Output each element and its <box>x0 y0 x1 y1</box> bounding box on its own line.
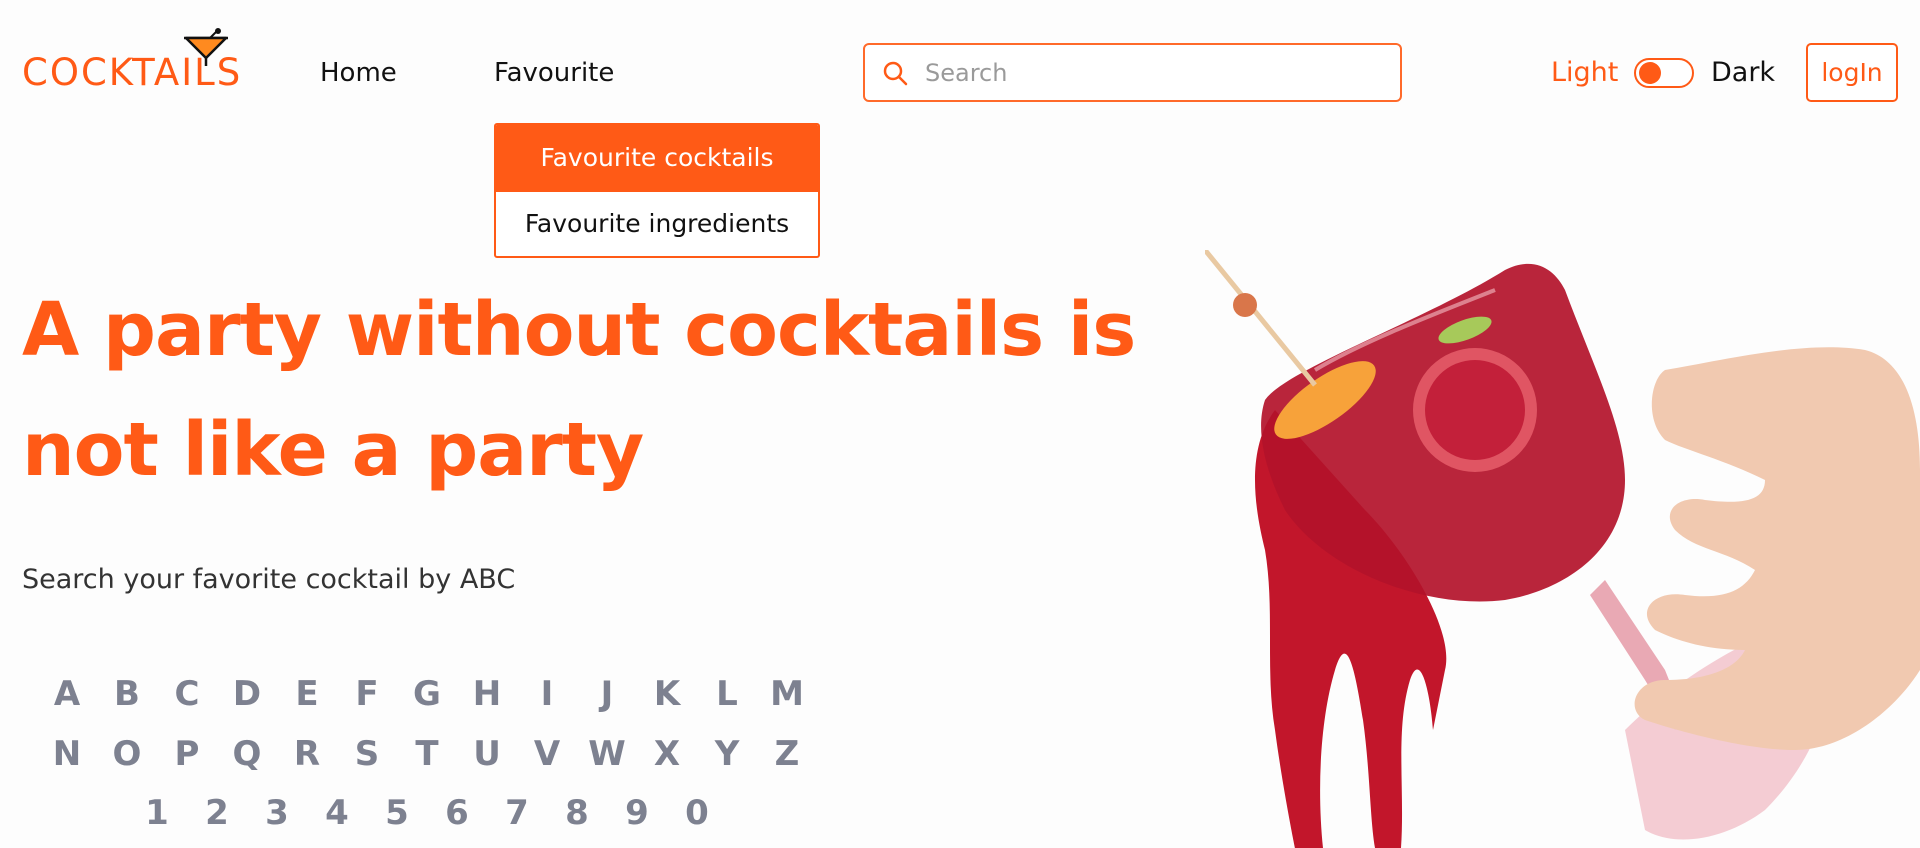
alphabet-search-subtitle: Search your favorite cocktail by ABC <box>22 564 516 595</box>
alphabet-letter-y[interactable]: Y <box>697 734 757 774</box>
search-input[interactable] <box>925 58 1365 87</box>
alphabet-letter-n[interactable]: N <box>37 734 97 774</box>
alphabet-letter-5[interactable]: 5 <box>367 793 427 833</box>
hero-cocktail-image <box>1205 250 1920 848</box>
alphabet-letter-1[interactable]: 1 <box>127 793 187 833</box>
alphabet-letter-p[interactable]: P <box>157 734 217 774</box>
alphabet-letter-w[interactable]: W <box>577 734 637 774</box>
alphabet-letter-7[interactable]: 7 <box>487 793 547 833</box>
alphabet-letter-r[interactable]: R <box>277 734 337 774</box>
toggle-knob <box>1639 62 1661 84</box>
alphabet-letter-f[interactable]: F <box>337 674 397 714</box>
logo-text: COCKTAILS <box>22 51 243 94</box>
nav-favourite[interactable]: Favourite <box>494 56 614 90</box>
alphabet-letter-8[interactable]: 8 <box>547 793 607 833</box>
alphabet-letter-m[interactable]: M <box>757 674 817 714</box>
alphabet-letter-q[interactable]: Q <box>217 734 277 774</box>
headline-line-1: A party without cocktails is <box>22 287 1136 373</box>
alphabet-letter-i[interactable]: I <box>517 674 577 714</box>
alphabet-letter-2[interactable]: 2 <box>187 793 247 833</box>
alphabet-letter-4[interactable]: 4 <box>307 793 367 833</box>
nav-home[interactable]: Home <box>320 56 397 90</box>
alphabet-row-1: ABCDEFGHIJKLM <box>37 674 817 714</box>
alphabet-letter-o[interactable]: O <box>97 734 157 774</box>
alphabet-letter-z[interactable]: Z <box>757 734 817 774</box>
favourite-dropdown-menu: Favourite cocktails Favourite ingredient… <box>494 123 820 258</box>
alphabet-row-2: NOPQRSTUVWXYZ <box>37 734 817 774</box>
dropdown-item-favourite-cocktails[interactable]: Favourite cocktails <box>496 125 818 190</box>
alphabet-letter-v[interactable]: V <box>517 734 577 774</box>
theme-toggle[interactable] <box>1634 58 1694 88</box>
alphabet-letter-b[interactable]: B <box>97 674 157 714</box>
alphabet-letter-d[interactable]: D <box>217 674 277 714</box>
alphabet-letter-t[interactable]: T <box>397 734 457 774</box>
alphabet-letter-g[interactable]: G <box>397 674 457 714</box>
alphabet-letter-s[interactable]: S <box>337 734 397 774</box>
alphabet-letter-u[interactable]: U <box>457 734 517 774</box>
alphabet-letter-j[interactable]: J <box>577 674 637 714</box>
alphabet-letter-e[interactable]: E <box>277 674 337 714</box>
alphabet-letter-a[interactable]: A <box>37 674 97 714</box>
logo[interactable]: COCKTAILS <box>22 28 262 94</box>
theme-light-label: Light <box>1551 57 1619 88</box>
alphabet-letter-c[interactable]: C <box>157 674 217 714</box>
headline-line-2: not like a party <box>22 407 644 493</box>
hero-headline: A party without cocktails is not like a … <box>22 270 1152 510</box>
login-button[interactable]: logIn <box>1806 43 1898 102</box>
alphabet-letter-x[interactable]: X <box>637 734 697 774</box>
alphabet-letter-h[interactable]: H <box>457 674 517 714</box>
alphabet-letter-3[interactable]: 3 <box>247 793 307 833</box>
alphabet-letter-0[interactable]: 0 <box>667 793 727 833</box>
alphabet-letter-k[interactable]: K <box>637 674 697 714</box>
alphabet-letter-9[interactable]: 9 <box>607 793 667 833</box>
theme-dark-label: Dark <box>1711 57 1776 88</box>
search-box[interactable] <box>863 43 1402 102</box>
alphabet-letter-6[interactable]: 6 <box>427 793 487 833</box>
alphabet-row-3: 1234567890 <box>127 793 727 833</box>
dropdown-item-favourite-ingredients[interactable]: Favourite ingredients <box>496 190 818 255</box>
alphabet-letter-l[interactable]: L <box>697 674 757 714</box>
search-icon <box>883 61 908 85</box>
